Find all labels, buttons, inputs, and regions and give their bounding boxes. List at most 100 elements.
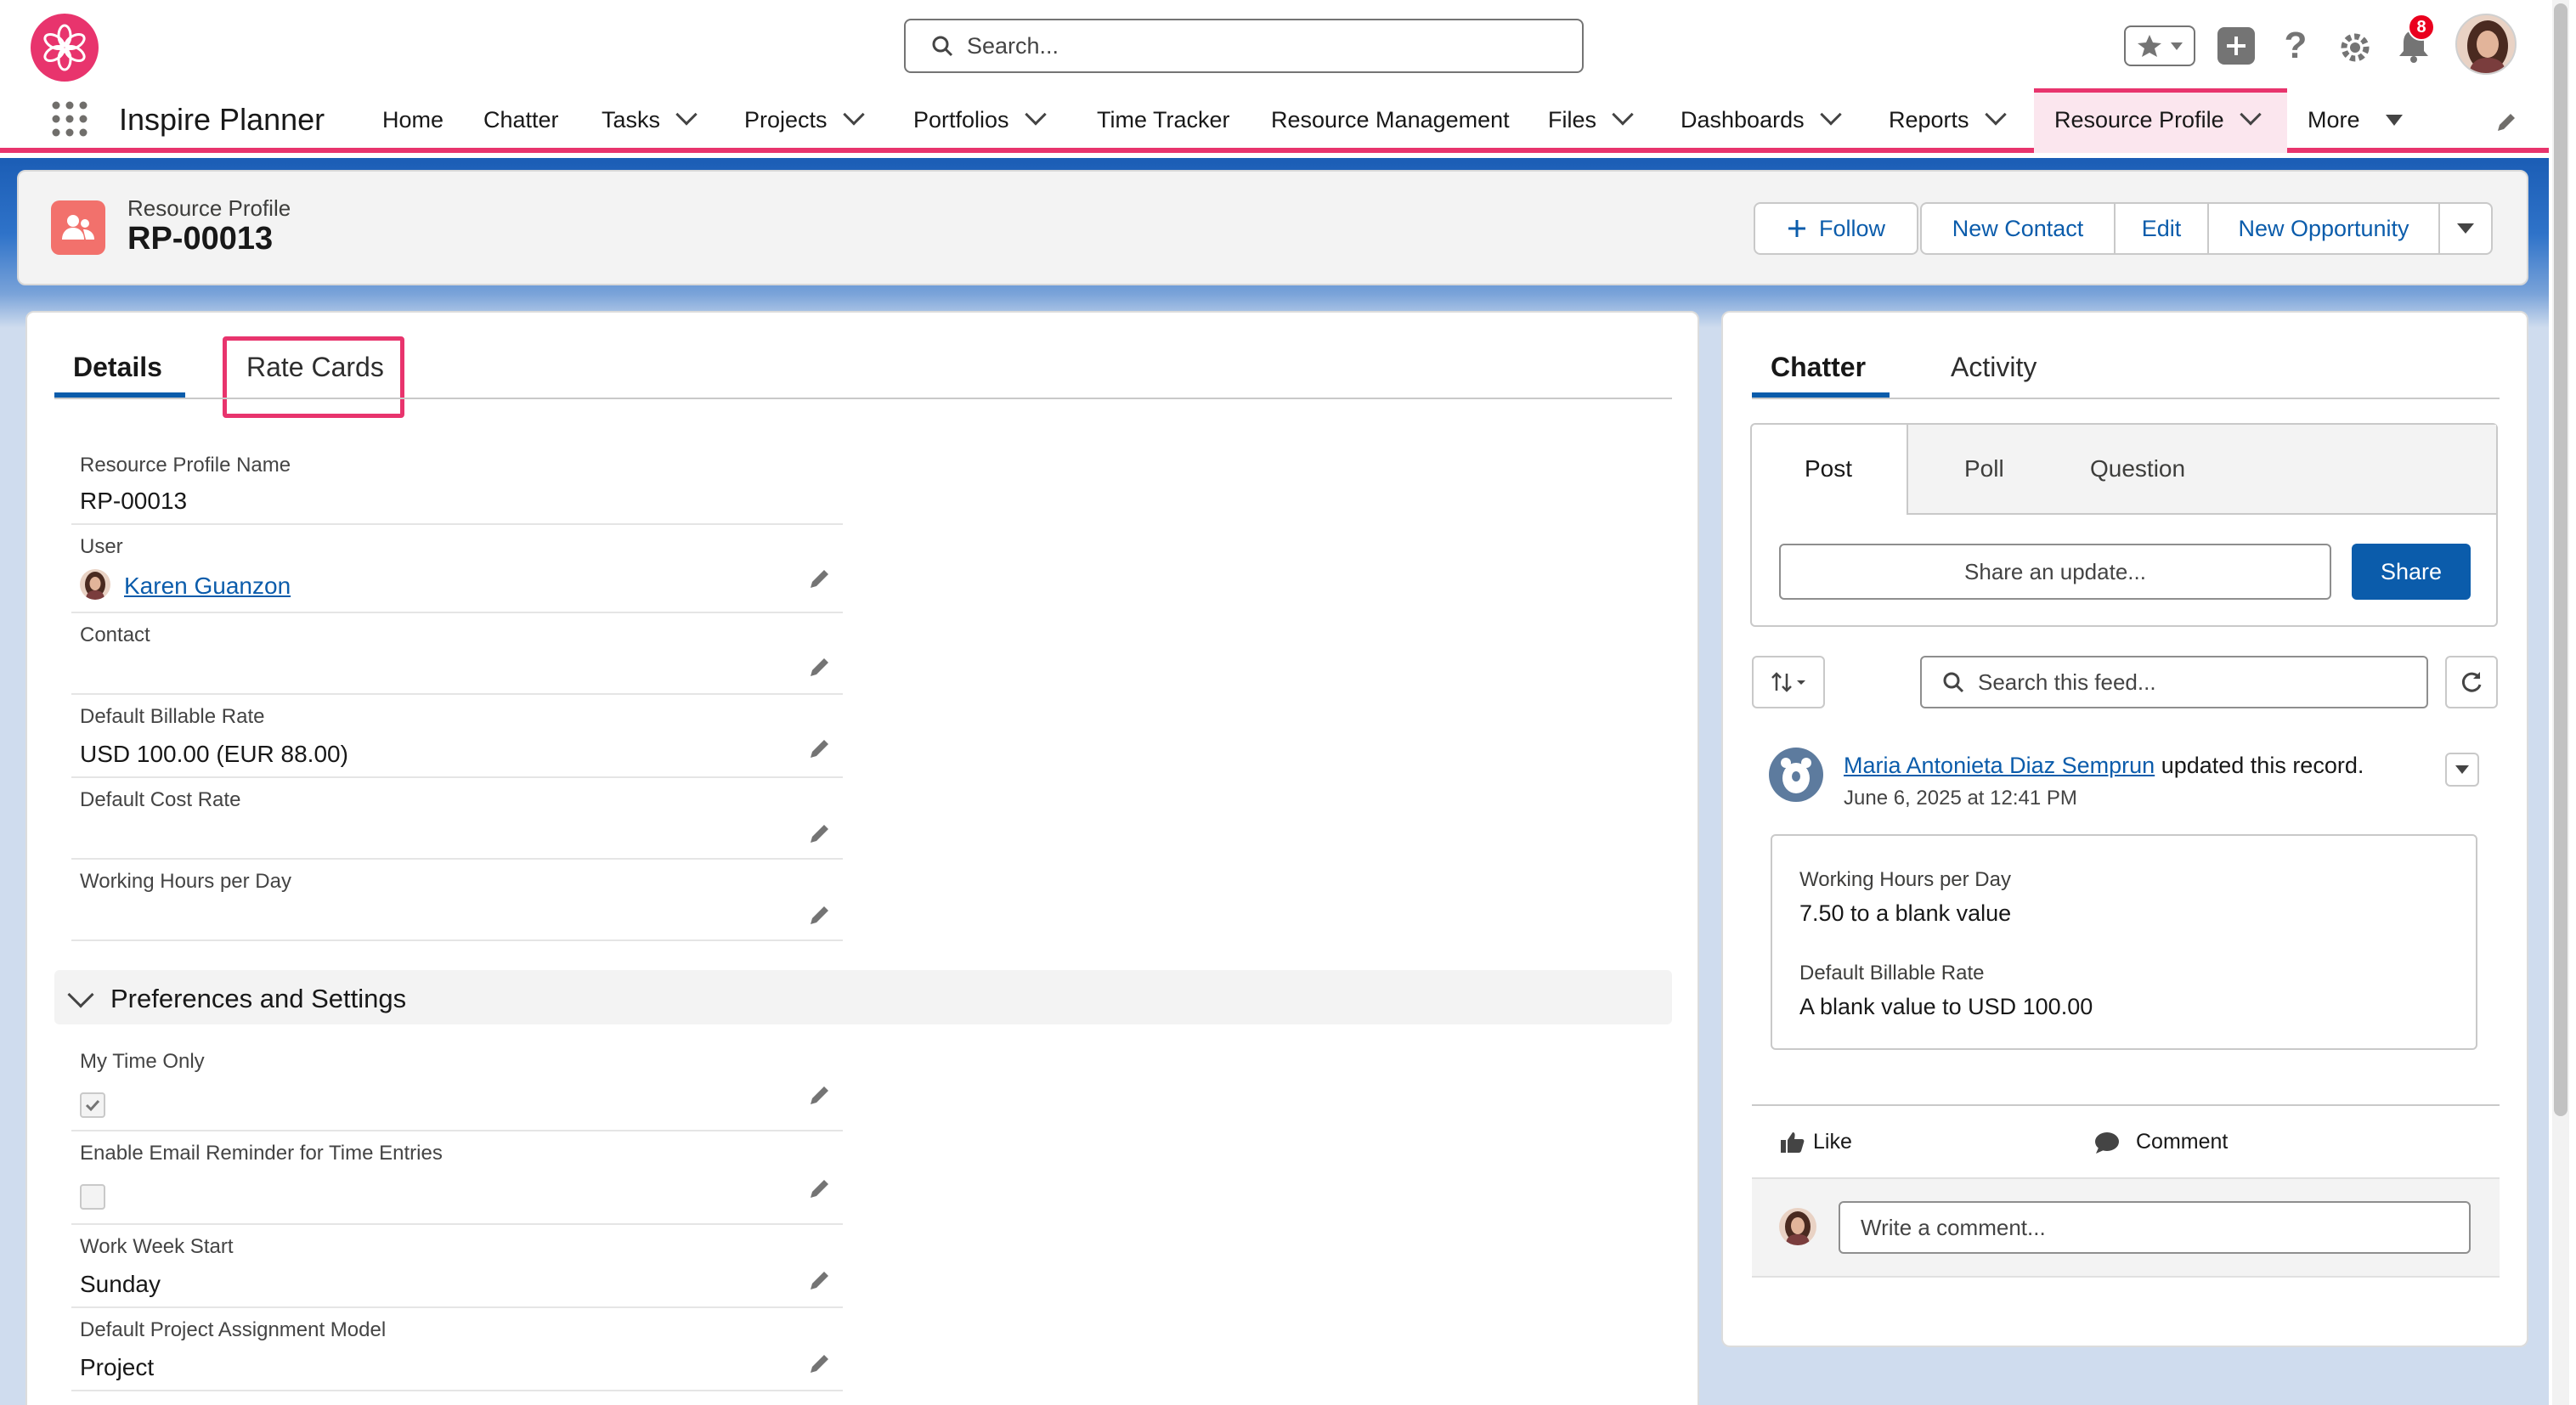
favorites-dropdown-icon (2171, 42, 2183, 50)
change-field-value: A blank value to USD 100.00 (1799, 994, 2093, 1019)
nav-item-chatter[interactable]: Chatter (483, 107, 559, 133)
nav-item-files[interactable]: Files (1548, 103, 1634, 133)
field-label-working-hours: Working Hours per Day (80, 870, 291, 893)
nav-item-resource-profile[interactable]: Resource Profile (2054, 103, 2262, 133)
thumbs-up-icon (1781, 1131, 1805, 1153)
bear-avatar-icon (1781, 758, 1811, 793)
like-button[interactable]: Like (1779, 1130, 1852, 1154)
help-icon[interactable]: ? (2277, 25, 2314, 66)
favorites-button[interactable] (2124, 25, 2195, 66)
publisher-tab-poll[interactable]: Poll (1964, 455, 2004, 482)
nav-item-dashboards[interactable]: Dashboards (1681, 103, 1842, 133)
feed-refresh-button[interactable] (2445, 656, 2498, 708)
feed-author-avatar[interactable] (1769, 748, 1823, 802)
global-actions-button[interactable] (2217, 27, 2255, 65)
edit-billable-rate-pencil-icon[interactable] (807, 736, 833, 761)
feed-sort-button[interactable] (1752, 656, 1825, 708)
follow-button[interactable]: Follow (1754, 202, 1918, 255)
feed-author-link[interactable]: Maria Antonieta Diaz Semprun (1844, 753, 2155, 778)
share-button[interactable]: Share (2352, 544, 2471, 600)
user-link[interactable]: Karen Guanzon (124, 573, 291, 600)
nav-item-label: Time Tracker (1097, 107, 1230, 133)
nav-item-more[interactable]: More (2308, 107, 2403, 133)
sort-icon (1771, 672, 1805, 692)
chevron-down-icon[interactable] (1612, 103, 1634, 126)
edit-work-week-start-pencil-icon[interactable] (807, 1267, 833, 1293)
global-search-input[interactable]: Search... (904, 19, 1584, 73)
nav-item-reports[interactable]: Reports (1889, 103, 2007, 133)
nav-item-label: Chatter (483, 107, 559, 133)
page-scrollbar-thumb[interactable] (2554, 3, 2568, 1116)
search-icon (932, 36, 953, 57)
record-object-label: Resource Profile (127, 195, 291, 221)
chevron-down-icon[interactable] (1024, 103, 1047, 126)
publisher-tab-question[interactable]: Question (2090, 455, 2185, 482)
record-title: RP-00013 (127, 221, 274, 257)
edit-label: Edit (2141, 215, 2182, 241)
new-opportunity-button[interactable]: New Opportunity (2207, 202, 2440, 255)
nav-item-label: Tasks (602, 107, 661, 133)
field-label-email-reminder: Enable Email Reminder for Time Entries (80, 1142, 443, 1165)
chevron-down-icon[interactable] (1819, 103, 1842, 126)
app-logo[interactable] (31, 14, 99, 82)
nav-item-label: Files (1548, 107, 1597, 133)
edit-my-time-only-pencil-icon[interactable] (807, 1082, 833, 1108)
user-avatar-small (80, 569, 110, 600)
my-time-only-checkbox[interactable] (80, 1092, 105, 1118)
field-divider (71, 858, 843, 860)
edit-working-hours-pencil-icon[interactable] (807, 902, 833, 928)
chevron-down-icon[interactable] (675, 103, 698, 126)
field-value-assignment-model: Project (80, 1354, 155, 1380)
field-divider (71, 612, 843, 613)
nav-item-time-tracker[interactable]: Time Tracker (1097, 107, 1230, 133)
change-field-name: Working Hours per Day (1799, 868, 2011, 891)
tab-rate-cards[interactable]: Rate Cards (246, 352, 384, 383)
setup-gear-icon[interactable] (2335, 27, 2375, 68)
chevron-down-icon[interactable] (2239, 103, 2262, 126)
feed-timestamp: June 6, 2025 at 12:41 PM (1844, 787, 2077, 810)
nav-item-tasks[interactable]: Tasks (602, 103, 698, 133)
flower-logo-icon (43, 24, 86, 71)
chevron-down-icon[interactable] (1984, 103, 2007, 126)
app-launcher-icon[interactable] (51, 100, 88, 138)
tab-details[interactable]: Details (73, 352, 162, 383)
share-update-input[interactable]: Share an update... (1779, 544, 2331, 600)
comment-input[interactable]: Write a comment... (1839, 1201, 2471, 1254)
edit-cost-rate-pencil-icon[interactable] (807, 821, 833, 846)
tab-activity[interactable]: Activity (1951, 352, 2037, 383)
search-icon (1943, 672, 1964, 693)
publisher-tab-post[interactable]: Post (1805, 455, 1852, 482)
tab-chatter[interactable]: Chatter (1771, 352, 1866, 383)
nav-item-projects[interactable]: Projects (744, 103, 865, 133)
edit-user-pencil-icon[interactable] (807, 566, 833, 591)
chevron-down-icon (2455, 765, 2469, 774)
nav-item-home[interactable]: Home (382, 107, 443, 133)
field-divider (71, 1130, 843, 1131)
follow-button-label: Follow (1818, 215, 1886, 241)
nav-item-label: Home (382, 107, 444, 133)
edit-assignment-model-pencil-icon[interactable] (807, 1351, 833, 1376)
nav-item-portfolios[interactable]: Portfolios (913, 103, 1047, 133)
feed-item-menu-button[interactable] (2445, 753, 2479, 787)
field-label-my-time-only: My Time Only (80, 1050, 205, 1073)
new-contact-button[interactable]: New Contact (1920, 202, 2116, 255)
edit-button[interactable]: Edit (2114, 202, 2209, 255)
like-label: Like (1813, 1130, 1852, 1154)
plus-icon (1788, 220, 1805, 237)
feed-search-input[interactable]: Search this feed... (1920, 656, 2428, 708)
user-avatar[interactable] (2455, 14, 2517, 75)
email-reminder-checkbox[interactable] (80, 1184, 105, 1210)
comment-bubble-icon (2095, 1131, 2119, 1154)
more-actions-button[interactable] (2438, 202, 2493, 255)
nav-item-label: Reports (1889, 107, 1969, 133)
edit-email-reminder-pencil-icon[interactable] (807, 1176, 833, 1201)
nav-item-resource-management[interactable]: Resource Management (1271, 107, 1510, 133)
nav-item-label: Portfolios (913, 107, 1009, 133)
edit-nav-pencil-icon[interactable] (2494, 110, 2518, 134)
edit-contact-pencil-icon[interactable] (807, 654, 833, 680)
notification-count-badge: 8 (2408, 14, 2435, 41)
comment-button[interactable]: Comment (2093, 1130, 2228, 1154)
global-search-placeholder: Search... (967, 32, 1059, 59)
nav-item-label: Resource Management (1271, 107, 1510, 133)
chevron-down-icon[interactable] (842, 103, 865, 126)
